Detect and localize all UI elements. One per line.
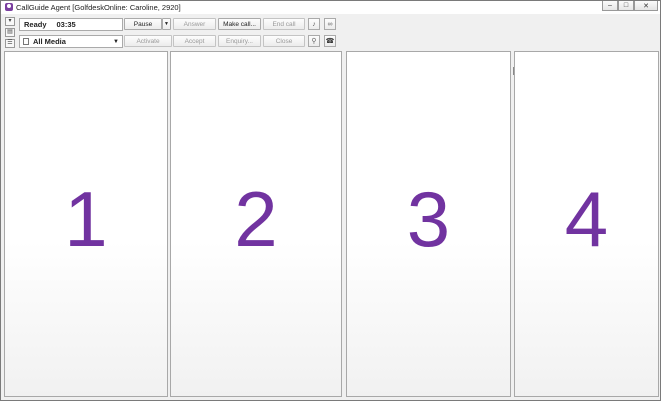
close-button[interactable]: Close bbox=[263, 35, 305, 47]
title-bar: CallGuide Agent [GolfdeskOnline: Carolin… bbox=[1, 1, 660, 14]
make-call-button[interactable]: Make call... bbox=[218, 18, 261, 30]
accept-button[interactable]: Accept bbox=[173, 35, 216, 47]
window-title: CallGuide Agent [GolfdeskOnline: Carolin… bbox=[16, 3, 181, 12]
collapse-arrow-icon[interactable]: ▾ bbox=[5, 17, 15, 26]
chevron-down-icon: ▼ bbox=[113, 39, 119, 45]
pause-dropdown-button[interactable]: ▼ bbox=[162, 18, 171, 30]
window-controls: – □ ✕ bbox=[602, 1, 658, 11]
activate-button[interactable]: Activate bbox=[124, 35, 172, 47]
status-state: Ready bbox=[24, 20, 47, 29]
music-note-icon[interactable]: ♪ bbox=[308, 18, 320, 30]
phone-icon[interactable]: ☎ bbox=[324, 35, 336, 47]
media-select[interactable]: All Media ▼ bbox=[19, 35, 123, 48]
end-call-button[interactable]: End call bbox=[263, 18, 305, 30]
agent-status-display: Ready 03:35 bbox=[19, 18, 123, 31]
workspace-panes: 1 2 3 4 bbox=[4, 51, 659, 398]
media-icon bbox=[23, 38, 29, 45]
minimize-icon[interactable]: – bbox=[602, 1, 618, 11]
pause-button[interactable]: Pause bbox=[124, 18, 162, 30]
close-icon[interactable]: ✕ bbox=[634, 1, 658, 11]
pane-number: 2 bbox=[234, 175, 278, 263]
app-icon bbox=[5, 3, 13, 11]
pane-number: 3 bbox=[406, 175, 451, 263]
pane-3[interactable]: 3 bbox=[346, 51, 511, 397]
status-time: 03:35 bbox=[56, 20, 76, 29]
toolbar: ▾ ▤ ☰ Ready 03:35 All Media ▼ Pause ▼ An… bbox=[3, 15, 658, 49]
answer-button[interactable]: Answer bbox=[173, 18, 216, 30]
search-person-icon[interactable]: ⚲ bbox=[308, 35, 320, 47]
enquiry-button[interactable]: Enquiry... bbox=[218, 35, 261, 47]
maximize-icon[interactable]: □ bbox=[618, 1, 634, 11]
pane-4[interactable]: 4 bbox=[514, 51, 659, 397]
list-icon[interactable]: ☰ bbox=[5, 39, 15, 48]
pane-number: 1 bbox=[64, 175, 108, 263]
app-window: CallGuide Agent [GolfdeskOnline: Carolin… bbox=[0, 0, 661, 401]
contact-card-icon[interactable]: ▤ bbox=[5, 28, 15, 37]
side-tools: ▾ ▤ ☰ bbox=[5, 17, 16, 50]
media-selected: All Media bbox=[33, 37, 66, 46]
pane-number: 4 bbox=[564, 175, 609, 263]
pane-1[interactable]: 1 bbox=[4, 51, 168, 397]
pane-2[interactable]: 2 bbox=[170, 51, 342, 397]
voicemail-icon[interactable]: ∞ bbox=[324, 18, 336, 30]
